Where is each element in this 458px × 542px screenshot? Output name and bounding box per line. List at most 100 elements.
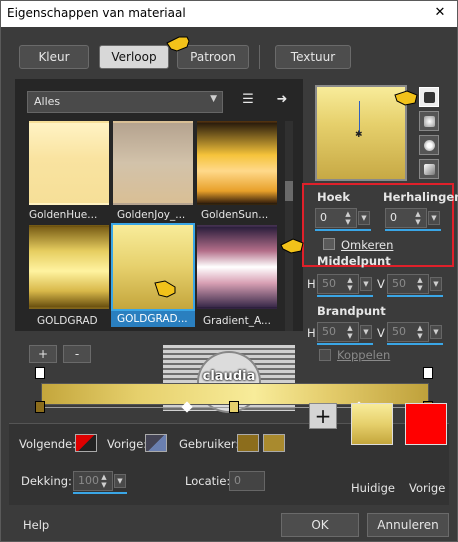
window-title: Eigenschappen van materiaal <box>7 6 186 20</box>
huidige-swatch[interactable] <box>351 403 393 445</box>
middelpunt-h-value: 50 <box>322 277 336 290</box>
hoek-input[interactable]: 0 ▲ ▼ ▼ <box>315 208 370 228</box>
brandpunt-v-slider[interactable] <box>387 343 443 345</box>
gradient-thumb-gradient-a[interactable] <box>197 225 277 309</box>
hoek-value: 0 <box>320 211 327 224</box>
close-button[interactable]: ✕ <box>429 3 451 23</box>
spinner-icon[interactable]: ▲ ▼ <box>412 210 424 226</box>
color-stop-middle[interactable] <box>229 401 239 413</box>
chevron-down-icon[interactable]: ▼ <box>430 325 442 339</box>
gebruiker-color-swatch-1[interactable] <box>237 434 259 452</box>
opacity-stop-left[interactable] <box>35 367 45 379</box>
spinner-icon[interactable]: ▲ ▼ <box>344 324 356 340</box>
help-link[interactable]: Help <box>23 518 49 532</box>
tab-kleur[interactable]: Kleur <box>19 45 89 69</box>
vorige-preview-swatch[interactable] <box>405 403 447 445</box>
vorige-color-swatch[interactable] <box>145 434 167 452</box>
ok-button[interactable]: OK <box>281 513 359 537</box>
pointing-hand-icon <box>154 280 176 298</box>
brandpunt-v-value: 50 <box>392 325 406 338</box>
gradient-label: GoldenHue... <box>29 209 98 221</box>
tab-textuur[interactable]: Textuur <box>275 45 351 69</box>
middelpunt-label: Middelpunt <box>317 254 391 268</box>
gallery-scroll-thumb[interactable] <box>285 181 293 201</box>
koppelen-checkbox[interactable] <box>319 349 331 361</box>
material-properties-window: Eigenschappen van materiaal ✕ Kleur Verl… <box>0 0 458 542</box>
sunburst-gradient-style-button[interactable] <box>419 135 439 155</box>
herhalingen-label: Herhalingen <box>383 190 458 204</box>
chevron-down-icon[interactable]: ▼ <box>430 277 442 291</box>
add-gradient-button[interactable]: + <box>29 345 57 363</box>
gradient-thumb-goldenhue[interactable] <box>29 121 109 205</box>
gebruiker-color-swatch-2[interactable] <box>263 434 285 452</box>
opacity-stop-right[interactable] <box>423 367 433 379</box>
gradient-thumb-goldenjoy[interactable] <box>113 121 193 205</box>
volgende-label: Volgende: <box>19 437 77 451</box>
koppelen-label: Koppelen <box>337 348 391 362</box>
middelpunt-v-input[interactable]: 50 ▲ ▼ ▼ <box>387 274 442 294</box>
gradient-thumb-goldgrad[interactable] <box>29 225 109 309</box>
spinner-icon[interactable]: ▲ ▼ <box>98 473 110 489</box>
chevron-down-icon[interactable]: ▼ <box>428 211 440 225</box>
brandpunt-label: Brandpunt <box>317 304 386 318</box>
dekking-label: Dekking: <box>21 474 72 488</box>
middelpunt-v-slider[interactable] <box>387 295 443 297</box>
brandpunt-v-label: V <box>377 326 385 340</box>
gradient-thumb-goldensun[interactable] <box>197 121 277 205</box>
brandpunt-v-input[interactable]: 50 ▲ ▼ ▼ <box>387 322 442 342</box>
hoek-slider[interactable] <box>315 229 371 231</box>
brandpunt-h-slider[interactable] <box>317 343 373 345</box>
dekking-slider[interactable] <box>73 492 127 494</box>
gallery-options-icon[interactable]: ☰ <box>239 91 257 109</box>
dekking-value: 100 <box>78 474 99 487</box>
remove-gradient-button[interactable]: - <box>63 345 91 363</box>
chevron-down-icon[interactable]: ▼ <box>360 277 372 291</box>
huidige-label: Huidige <box>351 481 396 495</box>
brandpunt-h-input[interactable]: 50 ▲ ▼ ▼ <box>317 322 372 342</box>
dekking-input[interactable]: 100 ▲ ▼ ▼ <box>73 471 126 491</box>
sunburst-style-icon <box>424 140 435 151</box>
chevron-down-icon[interactable]: ▼ <box>360 325 372 339</box>
radial-gradient-style-button[interactable] <box>419 159 439 179</box>
gradient-label: GoldenJoy_... <box>117 209 186 221</box>
herhalingen-input[interactable]: 0 ▲ ▼ ▼ <box>385 208 440 228</box>
gradient-label: GoldenSun... <box>201 209 269 221</box>
linear-style-icon <box>424 92 435 103</box>
angle-needle[interactable] <box>359 101 360 133</box>
hoek-label: Hoek <box>317 190 350 204</box>
middelpunt-h-slider[interactable] <box>317 295 373 297</box>
brandpunt-h-label: H <box>307 326 316 340</box>
watermark-text: claudia <box>202 369 256 384</box>
herhalingen-slider[interactable] <box>385 229 441 231</box>
linear-gradient-style-button[interactable] <box>419 87 439 107</box>
chevron-down-icon[interactable]: ▼ <box>114 474 126 488</box>
spinner-icon[interactable]: ▲ ▼ <box>414 276 426 292</box>
volgende-color-swatch[interactable] <box>75 434 97 452</box>
cancel-button[interactable]: Annuleren <box>367 513 449 537</box>
gradient-label-selected: GOLDGRAD... <box>111 311 195 327</box>
vorige-preview-label: Vorige <box>409 481 446 495</box>
arrow-right-icon[interactable]: ➜ <box>273 91 291 109</box>
gradient-label: Gradient_A... <box>203 315 271 327</box>
spinner-icon[interactable]: ▲ ▼ <box>414 324 426 340</box>
spinner-icon[interactable]: ▲ ▼ <box>342 210 354 226</box>
herhalingen-value: 0 <box>390 211 397 224</box>
middelpunt-h-input[interactable]: 50 ▲ ▼ ▼ <box>317 274 372 294</box>
tab-verloop[interactable]: Verloop <box>99 45 169 69</box>
brandpunt-h-value: 50 <box>322 325 336 338</box>
color-stop-left[interactable] <box>35 401 45 413</box>
middelpunt-h-label: H <box>307 277 316 291</box>
gallery-scrollbar[interactable] <box>285 121 293 331</box>
chevron-down-icon[interactable]: ▼ <box>358 211 370 225</box>
angle-handle-icon: ✱ <box>355 130 363 140</box>
rectangular-gradient-style-button[interactable] <box>419 111 439 131</box>
omkeren-checkbox[interactable] <box>323 238 335 250</box>
locatie-input[interactable]: 0 <box>229 471 265 491</box>
locatie-value: 0 <box>234 474 241 487</box>
tab-separator <box>259 45 260 69</box>
category-dropdown[interactable]: Alles ▼ <box>27 91 223 113</box>
add-to-swatches-button[interactable]: + <box>309 403 337 429</box>
locatie-label: Locatie: <box>185 474 231 488</box>
spinner-icon[interactable]: ▲ ▼ <box>344 276 356 292</box>
title-bar: Eigenschappen van materiaal ✕ <box>1 1 457 27</box>
